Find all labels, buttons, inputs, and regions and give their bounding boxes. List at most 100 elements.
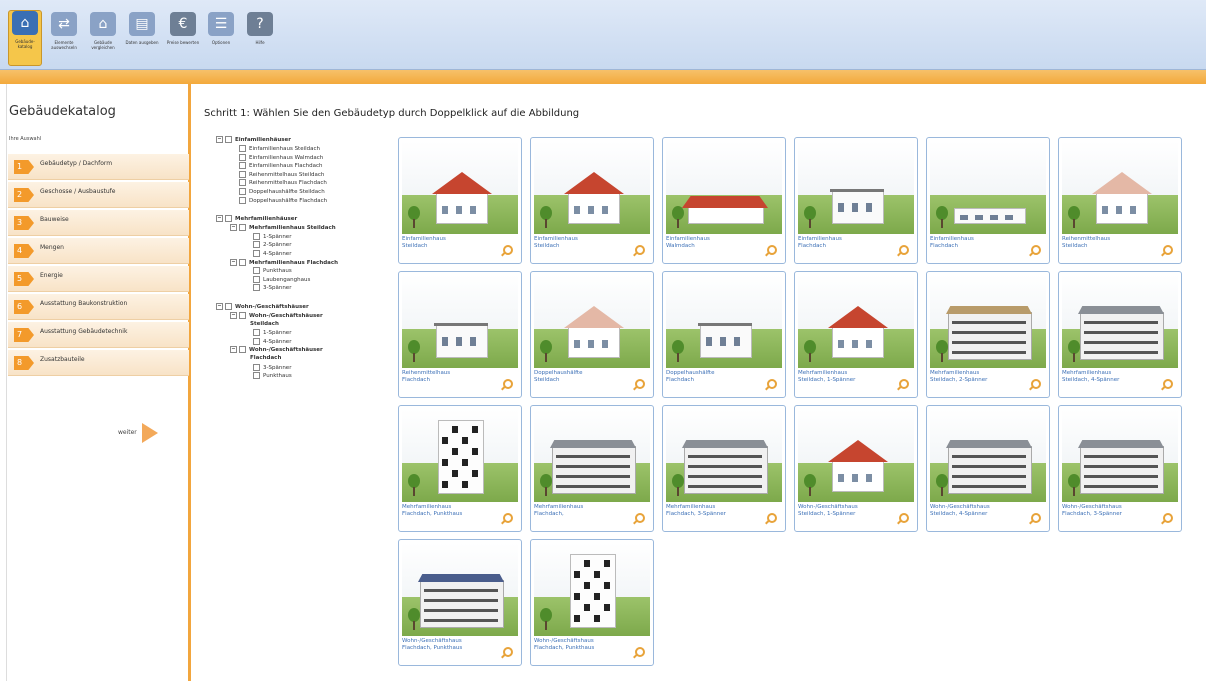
building-image[interactable] <box>1062 141 1178 234</box>
tree-checkbox[interactable] <box>239 153 246 161</box>
tree-node[interactable]: − Wohn-/Geschäftshäuser <box>230 346 323 354</box>
zoom-magnifier-icon[interactable] <box>1163 379 1173 389</box>
tree-node[interactable]: Laubenganghaus <box>244 275 310 284</box>
tree-checkbox[interactable] <box>239 224 246 232</box>
tree-checkbox[interactable] <box>239 346 246 354</box>
zoom-magnifier-icon[interactable] <box>899 379 909 389</box>
zoom-magnifier-icon[interactable] <box>635 513 645 523</box>
tree-node[interactable]: Einfamilienhaus Flachdach <box>230 162 323 170</box>
ribbon-button[interactable]: ? Hilfe <box>243 12 277 64</box>
tree-expand-icon[interactable]: − <box>230 346 237 354</box>
tree-node[interactable]: 1-Spänner <box>244 232 291 241</box>
tree-checkbox[interactable] <box>253 250 260 257</box>
building-tile[interactable]: Reihenmittelhaus Steildach <box>1058 137 1182 264</box>
tree-checkbox[interactable] <box>239 145 246 152</box>
tree-checkbox[interactable] <box>225 303 232 310</box>
building-image[interactable] <box>534 409 650 502</box>
tree-node[interactable]: − Einfamilienhäuser <box>216 136 291 144</box>
zoom-magnifier-icon[interactable] <box>635 647 645 657</box>
building-tile[interactable]: Wohn-/Geschäftshaus Flachdach, Punkthaus <box>530 539 654 666</box>
tree-node[interactable]: − Mehrfamilienhäuser <box>216 215 297 223</box>
step-item[interactable]: 4 Mengen <box>8 238 189 264</box>
building-tile[interactable]: Reihenmittelhaus Flachdach <box>398 271 522 398</box>
building-image[interactable] <box>930 409 1046 502</box>
tree-expand-icon[interactable]: − <box>230 224 237 232</box>
building-tile[interactable]: Mehrfamilienhaus Steildach, 1-Spänner <box>794 271 918 398</box>
next-arrow-icon[interactable] <box>142 423 158 443</box>
building-image[interactable] <box>1062 409 1178 502</box>
zoom-magnifier-icon[interactable] <box>503 513 513 523</box>
tree-node[interactable]: Reihenmittelhaus Steildach <box>230 170 324 179</box>
tree-node[interactable]: Punkthaus <box>244 267 292 275</box>
tree-expand-icon[interactable]: − <box>230 312 237 319</box>
building-tile[interactable]: Wohn-/Geschäftshaus Flachdach, 3-Spänner <box>1058 405 1182 532</box>
ribbon-button[interactable]: ▤ Daten ausgeben <box>125 12 159 64</box>
step-item[interactable]: 7 Ausstattung Gebäudetechnik <box>8 322 189 348</box>
building-image[interactable] <box>930 275 1046 368</box>
tree-node[interactable]: − Wohn-/Geschäftshäuser <box>216 303 309 311</box>
building-tile[interactable]: Doppelhaushälfte Flachdach <box>662 271 786 398</box>
building-image[interactable] <box>402 409 518 502</box>
building-image[interactable] <box>666 141 782 234</box>
building-image[interactable] <box>534 275 650 368</box>
zoom-magnifier-icon[interactable] <box>899 513 909 523</box>
tree-node[interactable]: − Mehrfamilienhaus Flachdach <box>230 258 338 267</box>
step-item[interactable]: 2 Geschosse / Ausbaustufe <box>8 182 189 208</box>
building-tile[interactable]: Mehrfamilienhaus Flachdach, Punkthaus <box>398 405 522 532</box>
tree-node[interactable]: − Mehrfamilienhaus Steildach <box>230 224 336 232</box>
tree-node[interactable]: 4-Spänner <box>244 250 291 258</box>
tree-checkbox[interactable] <box>253 329 260 337</box>
tree-expand-icon[interactable]: − <box>216 215 223 223</box>
tree-checkbox[interactable] <box>225 215 232 223</box>
tree-node[interactable]: − Wohn-/Geschäftshäuser <box>230 312 323 320</box>
ribbon-button[interactable]: € Preise bewerten <box>166 12 200 64</box>
building-image[interactable] <box>534 543 650 636</box>
step-item[interactable]: 5 Energie <box>8 266 189 292</box>
tree-checkbox[interactable] <box>239 188 246 195</box>
tree-checkbox[interactable] <box>253 284 260 292</box>
zoom-magnifier-icon[interactable] <box>1031 379 1041 389</box>
zoom-magnifier-icon[interactable] <box>635 245 645 255</box>
tree-node[interactable]: Reihenmittelhaus Flachdach <box>230 179 327 187</box>
building-tile[interactable]: Doppelhaushälfte Steildach <box>530 271 654 398</box>
step-item[interactable]: 6 Ausstattung Baukonstruktion <box>8 294 189 320</box>
building-tile[interactable]: Einfamilienhaus Steildach <box>398 137 522 264</box>
zoom-magnifier-icon[interactable] <box>635 379 645 389</box>
tree-checkbox[interactable] <box>253 275 260 283</box>
tree-checkbox[interactable] <box>253 267 260 275</box>
zoom-magnifier-icon[interactable] <box>899 245 909 255</box>
zoom-magnifier-icon[interactable] <box>1163 513 1173 523</box>
building-tile[interactable]: Wohn-/Geschäftshaus Flachdach, Punkthaus <box>398 539 522 666</box>
tree-checkbox[interactable] <box>239 162 246 170</box>
step-item[interactable]: 8 Zusatzbauteile <box>8 350 189 376</box>
zoom-magnifier-icon[interactable] <box>1031 245 1041 255</box>
building-tile[interactable]: Einfamilienhaus Steildach <box>530 137 654 264</box>
zoom-magnifier-icon[interactable] <box>767 379 777 389</box>
building-image[interactable] <box>930 141 1046 234</box>
tree-node[interactable]: Flachdach <box>250 355 281 362</box>
zoom-magnifier-icon[interactable] <box>503 379 513 389</box>
next-label[interactable]: weiter <box>118 429 137 436</box>
building-image[interactable] <box>666 409 782 502</box>
tree-checkbox[interactable] <box>239 179 246 187</box>
zoom-magnifier-icon[interactable] <box>503 647 513 657</box>
tree-checkbox[interactable] <box>253 372 260 380</box>
tree-expand-icon[interactable]: − <box>216 303 223 310</box>
step-item[interactable]: 1 Gebäudetyp / Dachform <box>8 154 189 180</box>
building-image[interactable] <box>402 275 518 368</box>
tree-checkbox[interactable] <box>253 363 260 371</box>
tree-checkbox[interactable] <box>253 337 260 345</box>
building-image[interactable] <box>798 409 914 502</box>
tree-node[interactable]: Einfamilienhaus Walmdach <box>230 153 323 162</box>
building-image[interactable] <box>402 543 518 636</box>
tree-checkbox[interactable] <box>253 232 260 240</box>
tree-node[interactable]: Steildach <box>250 321 279 328</box>
tree-checkbox[interactable] <box>239 196 246 204</box>
tree-node[interactable]: 2-Spänner <box>244 241 291 249</box>
tree-node[interactable]: 3-Spänner <box>244 284 291 292</box>
tree-expand-icon[interactable]: − <box>230 258 237 266</box>
tree-node[interactable]: 4-Spänner <box>244 337 291 346</box>
tree-checkbox[interactable] <box>239 170 246 178</box>
tree-checkbox[interactable] <box>239 312 246 319</box>
building-tile[interactable]: Mehrfamilienhaus Steildach, 2-Spänner <box>926 271 1050 398</box>
